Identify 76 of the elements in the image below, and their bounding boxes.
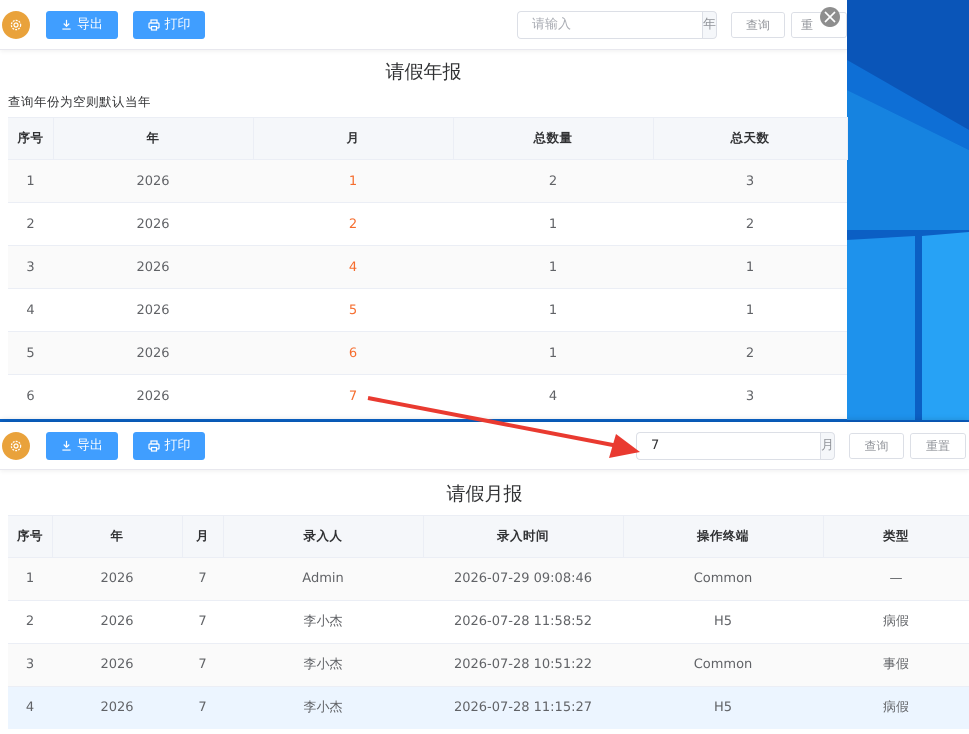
query-button[interactable]: 查询	[731, 12, 785, 38]
search-field[interactable]: 请输入	[517, 10, 702, 38]
table-cell: 4	[8, 686, 52, 729]
table-cell: 1	[8, 557, 52, 600]
table-cell: 7	[182, 557, 223, 600]
gear-icon	[9, 438, 23, 452]
column-header: 录入人	[223, 515, 423, 557]
column-header: 月	[253, 118, 453, 160]
close-button[interactable]	[820, 7, 840, 27]
field-suffix: 月	[820, 432, 835, 460]
table-cell: H5	[623, 686, 823, 729]
table-cell: 事假	[823, 643, 969, 686]
table-cell: 1	[453, 246, 653, 289]
column-header: 总天数	[653, 118, 847, 160]
column-header: 序号	[8, 515, 52, 557]
table-cell: 3	[8, 246, 53, 289]
table-cell: 5	[8, 332, 53, 375]
column-header: 类型	[823, 515, 969, 557]
table-cell: 3	[653, 160, 847, 203]
table-cell: 3	[8, 643, 52, 686]
table-cell: 李小杰	[223, 686, 423, 729]
table-cell: 李小杰	[223, 643, 423, 686]
query-button[interactable]: 查询	[849, 432, 904, 458]
printer-icon	[148, 18, 160, 30]
column-header: 录入时间	[423, 515, 623, 557]
hint-text: 查询年份为空则默认当年	[7, 92, 152, 110]
month-link[interactable]: 7	[253, 374, 453, 418]
export-button[interactable]: 导出	[46, 432, 118, 460]
table-cell: 2026-07-28 11:15:27	[423, 686, 623, 729]
table-cell: 2026	[53, 246, 253, 289]
table-cell: 1	[653, 246, 847, 289]
table-cell: 2026-07-29 09:08:46	[423, 557, 623, 600]
table-cell: 2026	[53, 374, 253, 418]
table-cell: 7	[182, 643, 223, 686]
reset-button[interactable]: 重置	[910, 432, 966, 458]
column-header: 操作终端	[623, 515, 823, 557]
report-title: 请假年报	[384, 60, 462, 85]
printer-icon	[148, 440, 160, 452]
table-cell: 6	[8, 374, 53, 418]
table-cell: 1	[8, 160, 53, 203]
table-cell: Common	[623, 557, 823, 600]
month-link[interactable]: 4	[253, 246, 453, 289]
table-cell: Admin	[223, 557, 423, 600]
table-cell: —	[823, 557, 969, 600]
table-cell: 2026	[52, 686, 182, 729]
gear-icon	[9, 18, 23, 32]
table-cell: 2026-07-28 10:51:22	[423, 643, 623, 686]
table-cell: 1	[453, 332, 653, 375]
print-button[interactable]: 打印	[133, 432, 205, 460]
print-button[interactable]: 打印	[133, 10, 205, 38]
table-cell: 7	[182, 686, 223, 729]
table-cell: 2026	[52, 643, 182, 686]
month-link[interactable]: 1	[253, 160, 453, 203]
download-icon	[61, 440, 72, 451]
table-cell: 2026	[53, 332, 253, 375]
column-header: 总数量	[453, 118, 653, 160]
table-cell: 2	[653, 332, 847, 375]
table-cell: 2026	[53, 160, 253, 203]
settings-button[interactable]	[2, 10, 30, 38]
search-field[interactable]: 7	[636, 432, 820, 460]
month-link[interactable]: 6	[253, 332, 453, 375]
table-cell: 病假	[823, 686, 969, 729]
table-cell: 4	[453, 374, 653, 418]
table-cell: 2	[453, 160, 653, 203]
export-button[interactable]: 导出	[46, 10, 118, 38]
table-cell: Common	[623, 643, 823, 686]
settings-button[interactable]	[2, 432, 30, 460]
column-header: 序号	[8, 118, 53, 160]
report-title: 请假月报	[446, 482, 524, 507]
download-icon	[61, 19, 72, 30]
table-cell: 2026	[52, 557, 182, 600]
table-cell: 3	[653, 374, 847, 418]
field-suffix: 年	[702, 10, 717, 38]
column-header: 年	[52, 515, 182, 557]
column-header: 月	[182, 515, 223, 557]
column-header: 年	[53, 118, 253, 160]
